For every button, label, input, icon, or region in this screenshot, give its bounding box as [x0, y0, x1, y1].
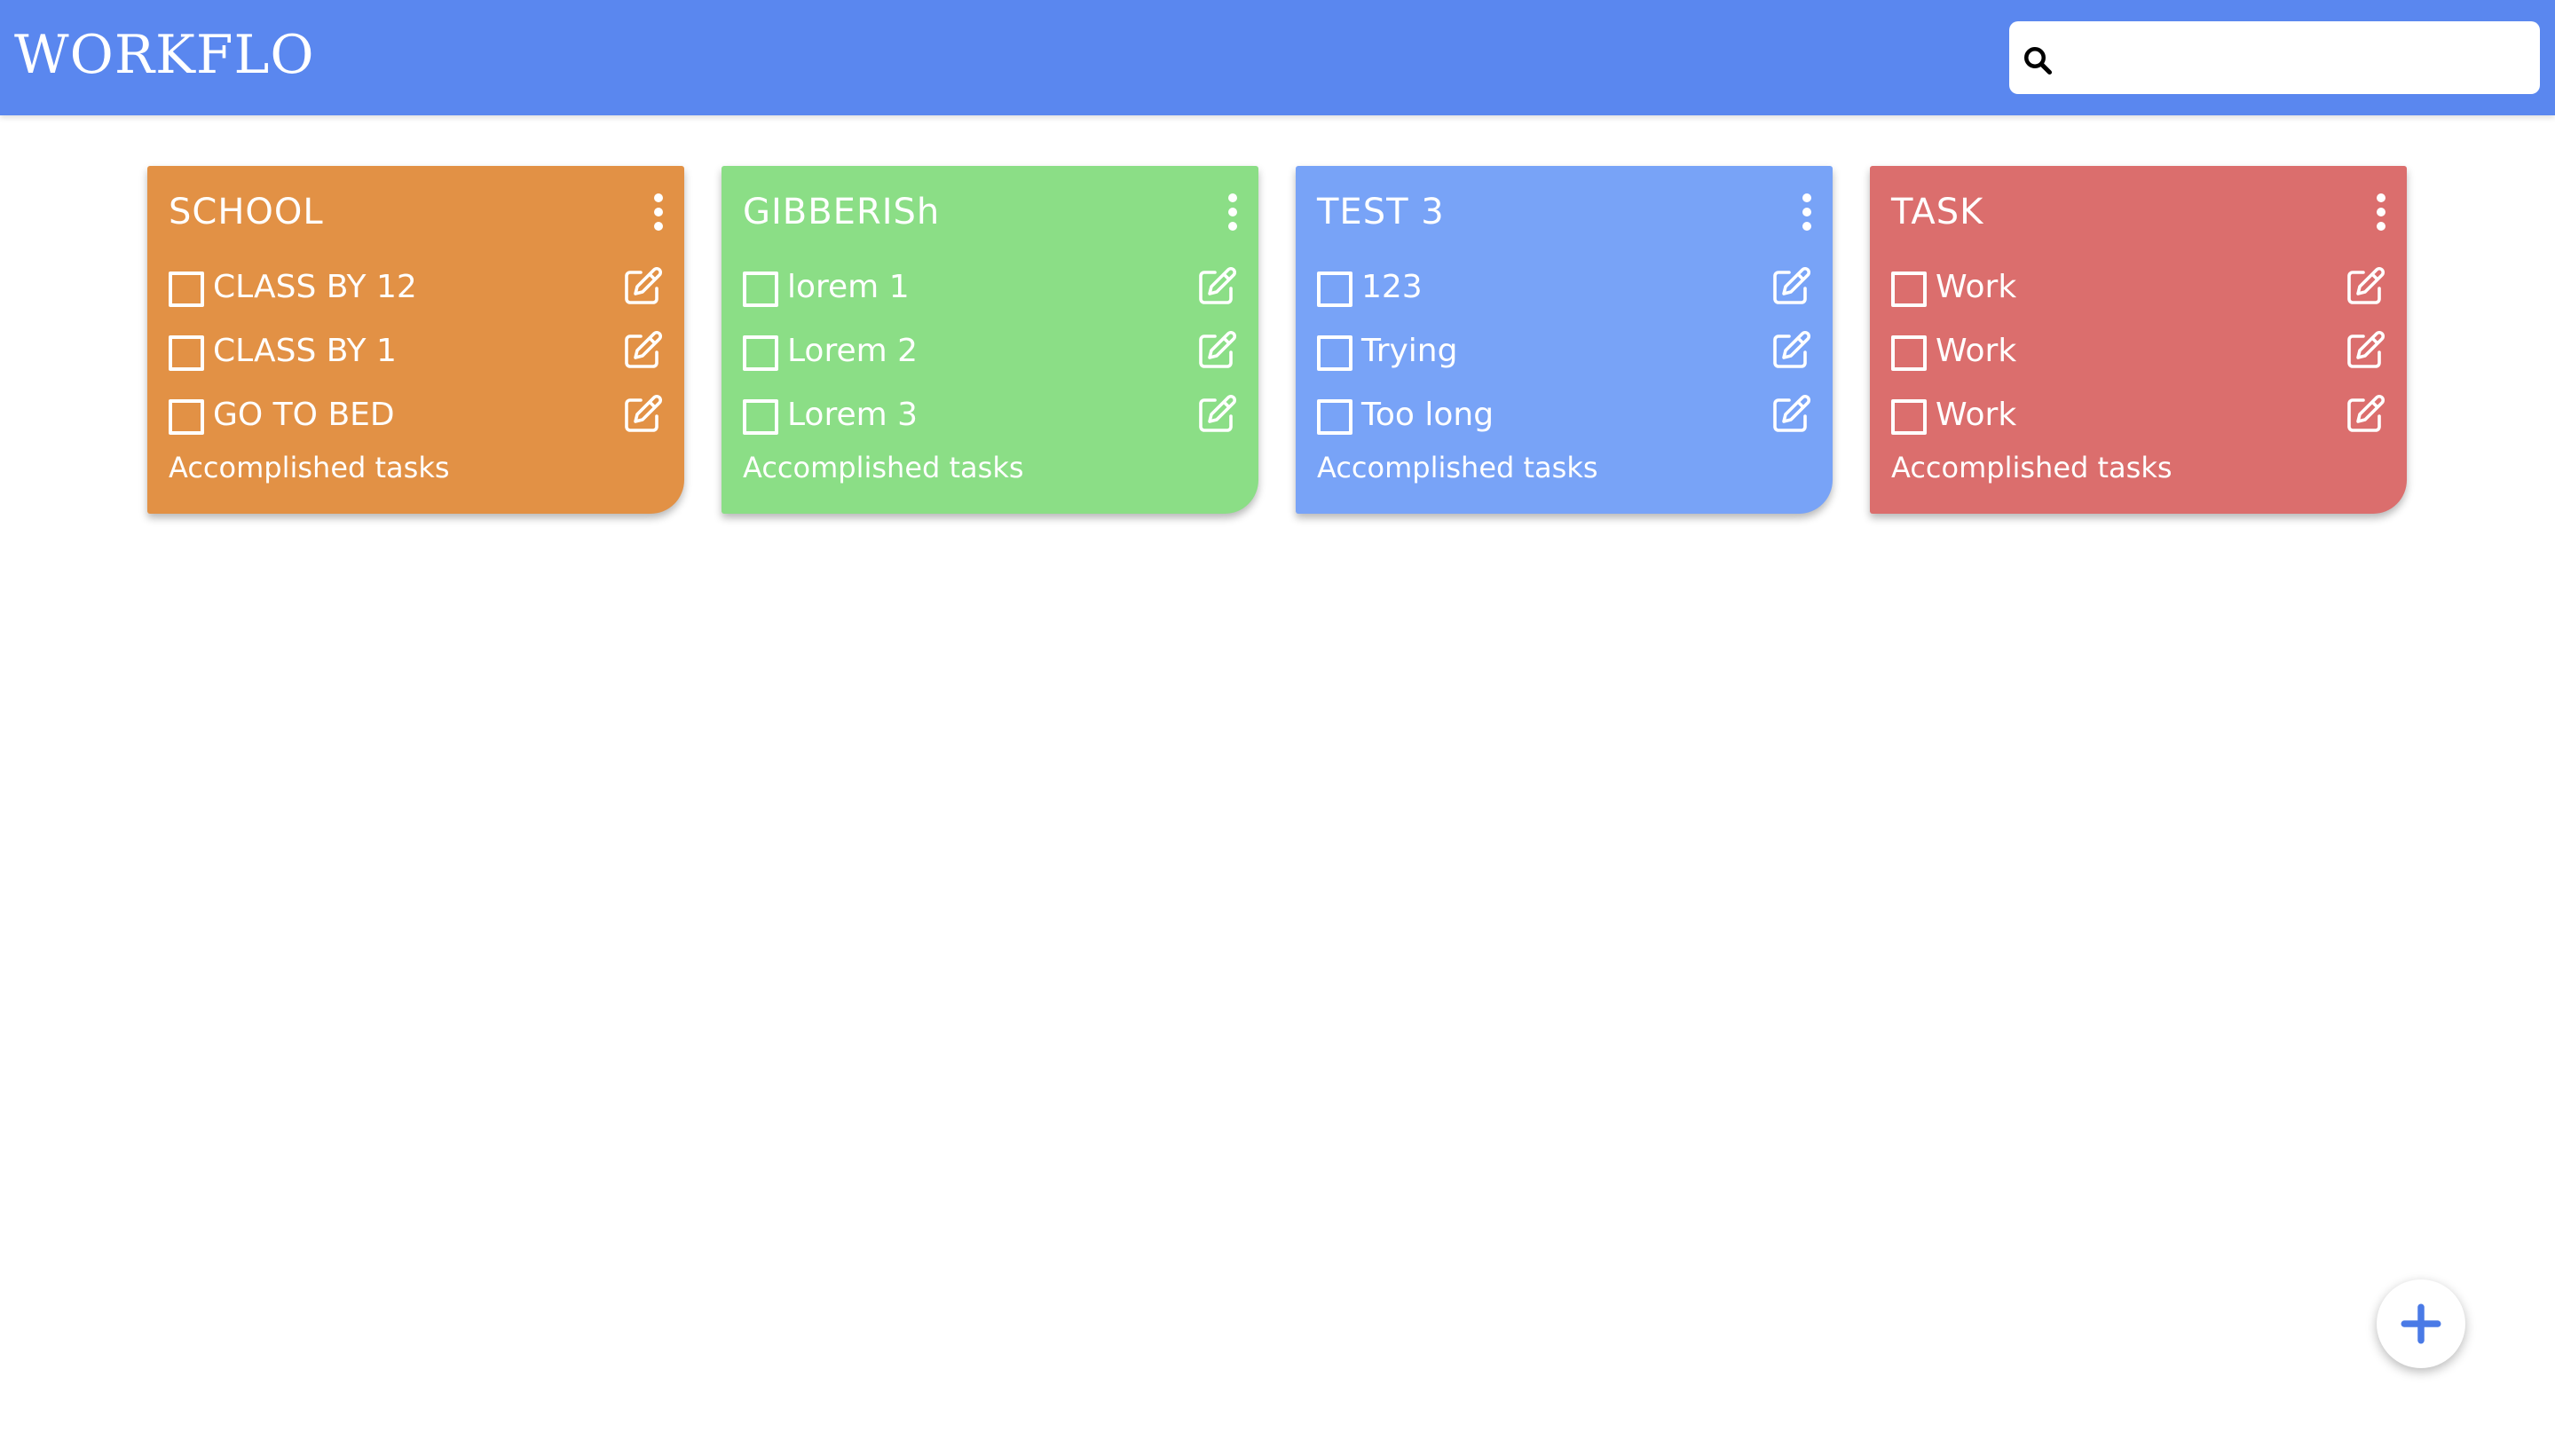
task-label: Too long — [1361, 397, 1494, 433]
task-label: Work — [1936, 333, 2017, 369]
edit-icon[interactable] — [621, 329, 664, 372]
edit-icon[interactable] — [2344, 393, 2386, 436]
task-item: Work — [1891, 324, 2388, 388]
task-item: CLASS BY 12 — [169, 260, 666, 324]
task-checkbox[interactable] — [169, 399, 204, 435]
task-card: SCHOOL CLASS BY 12 CLASS BY 1 GO TO BED Acco… — [147, 166, 684, 514]
task-item: Too long — [1317, 388, 1814, 452]
task-checkbox[interactable] — [169, 335, 204, 371]
edit-icon[interactable] — [1195, 393, 1238, 436]
task-item: 123 — [1317, 260, 1814, 324]
task-checkbox[interactable] — [1317, 335, 1352, 371]
task-item: CLASS BY 1 — [169, 324, 666, 388]
accomplished-tasks-link[interactable]: Accomplished tasks — [743, 448, 1024, 487]
task-item: Work — [1891, 260, 2388, 324]
app-logo-title: WORKFLO — [14, 24, 315, 86]
task-card: GIBBERISh lorem 1 Lorem 2 Lorem 3 Accomplish… — [722, 166, 1258, 514]
task-checkbox[interactable] — [1891, 272, 1927, 307]
task-item: lorem 1 — [743, 260, 1240, 324]
task-item: Lorem 2 — [743, 324, 1240, 388]
accomplished-tasks-link[interactable]: Accomplished tasks — [1317, 448, 1598, 487]
accomplished-tasks-link[interactable]: Accomplished tasks — [169, 448, 450, 487]
top-navbar: WORKFLO — [0, 0, 2555, 115]
task-card: TEST 3 123 Trying Too long Accomplished task… — [1296, 166, 1833, 514]
edit-icon[interactable] — [1770, 329, 1812, 372]
task-card: TASK Work Work Work Accomplished tasks — [1870, 166, 2407, 514]
task-list: Work Work Work — [1891, 260, 2388, 452]
edit-icon[interactable] — [1770, 265, 1812, 308]
task-cards-container: SCHOOL CLASS BY 12 CLASS BY 1 GO TO BED Acco… — [147, 166, 2407, 514]
task-list: CLASS BY 12 CLASS BY 1 GO TO BED — [169, 260, 666, 452]
task-item: GO TO BED — [169, 388, 666, 452]
task-checkbox[interactable] — [743, 399, 778, 435]
more-options-icon[interactable] — [2375, 193, 2387, 232]
edit-icon[interactable] — [1195, 329, 1238, 372]
task-label: Work — [1936, 397, 2017, 433]
task-item: Lorem 3 — [743, 388, 1240, 452]
search-icon — [2024, 47, 2053, 75]
task-checkbox[interactable] — [169, 272, 204, 307]
task-label: CLASS BY 1 — [213, 333, 397, 369]
task-checkbox[interactable] — [1317, 399, 1352, 435]
task-checkbox[interactable] — [1317, 272, 1352, 307]
task-label: Work — [1936, 269, 2017, 305]
task-checkbox[interactable] — [1891, 335, 1927, 371]
more-options-icon[interactable] — [652, 193, 665, 232]
task-label: 123 — [1361, 269, 1423, 305]
task-item: Trying — [1317, 324, 1814, 388]
card-title: GIBBERISh — [743, 192, 941, 232]
edit-icon[interactable] — [1770, 393, 1812, 436]
search-input[interactable] — [2064, 28, 2529, 89]
add-card-button[interactable] — [2377, 1279, 2465, 1368]
task-label: Lorem 3 — [787, 397, 919, 433]
task-label: Lorem 2 — [787, 333, 919, 369]
task-list: lorem 1 Lorem 2 Lorem 3 — [743, 260, 1240, 452]
card-title: TASK — [1891, 192, 1984, 232]
search-box[interactable] — [2009, 21, 2540, 94]
edit-icon[interactable] — [2344, 329, 2386, 372]
card-title: TEST 3 — [1317, 192, 1445, 232]
edit-icon[interactable] — [1195, 265, 1238, 308]
task-checkbox[interactable] — [1891, 399, 1927, 435]
more-options-icon[interactable] — [1801, 193, 1813, 232]
task-label: lorem 1 — [787, 269, 910, 305]
task-list: 123 Trying Too long — [1317, 260, 1814, 452]
task-item: Work — [1891, 388, 2388, 452]
plus-icon — [2401, 1303, 2441, 1344]
task-checkbox[interactable] — [743, 335, 778, 371]
edit-icon[interactable] — [621, 393, 664, 436]
task-label: GO TO BED — [213, 397, 395, 433]
task-checkbox[interactable] — [743, 272, 778, 307]
accomplished-tasks-link[interactable]: Accomplished tasks — [1891, 448, 2173, 487]
more-options-icon[interactable] — [1226, 193, 1239, 232]
task-label: CLASS BY 12 — [213, 269, 417, 305]
card-title: SCHOOL — [169, 192, 324, 232]
task-label: Trying — [1361, 333, 1458, 369]
edit-icon[interactable] — [621, 265, 664, 308]
edit-icon[interactable] — [2344, 265, 2386, 308]
